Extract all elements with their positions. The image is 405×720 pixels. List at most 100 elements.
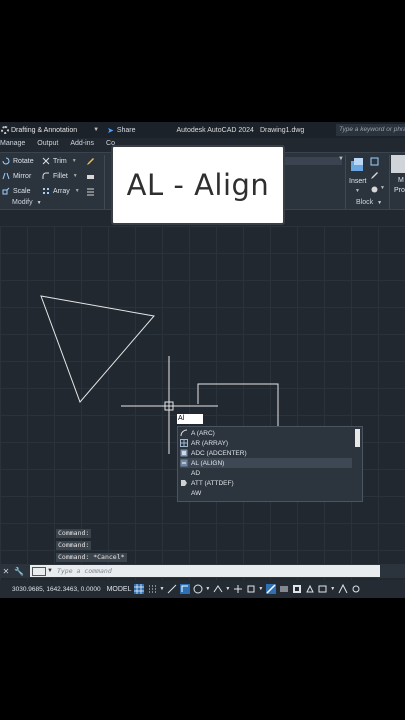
autocomplete-label: ATT (ATTDEF) xyxy=(191,479,234,487)
attribute-icon[interactable] xyxy=(370,185,379,194)
rectangle-shape[interactable] xyxy=(197,383,279,432)
block-panel-label[interactable]: Block ▼ xyxy=(356,199,382,206)
rotate-button[interactable]: Rotate xyxy=(2,157,34,165)
create-block-icon[interactable] xyxy=(370,157,379,166)
blank-icon xyxy=(180,489,188,497)
panel-divider xyxy=(389,155,390,209)
autocomplete-scrollbar[interactable] xyxy=(355,429,360,447)
tag-icon xyxy=(181,480,187,486)
trim-button[interactable]: Trim ▼ xyxy=(42,157,77,165)
autocomplete-item-adcenter[interactable]: ADC (ADCENTER) xyxy=(180,448,352,458)
chevron-down-icon[interactable]: ▼ xyxy=(258,586,263,592)
mirror-label: Mirror xyxy=(13,172,32,180)
modify-panel-label[interactable]: Modify ▼ xyxy=(12,199,42,206)
wrench-icon[interactable]: 🔧 xyxy=(12,567,26,576)
infer-constraints-icon[interactable] xyxy=(167,584,177,594)
chevron-down-icon[interactable]: ▼ xyxy=(205,586,210,592)
insert-label[interactable]: Insert xyxy=(349,178,367,185)
chevron-down-icon[interactable]: ▼ xyxy=(225,586,230,592)
polar-icon[interactable] xyxy=(193,584,203,594)
chevron-down-icon[interactable]: ▼ xyxy=(73,173,78,179)
edit-block-icon[interactable] xyxy=(370,171,379,180)
block-label: Block xyxy=(356,199,374,206)
tab-output[interactable]: Output xyxy=(37,140,58,151)
autocomplete-label: ADC (ADCENTER) xyxy=(191,449,247,457)
properties-icon[interactable] xyxy=(391,155,405,173)
search-input[interactable]: Type a keyword or phrase xyxy=(336,124,405,136)
blank-icon xyxy=(180,469,188,477)
array-icon xyxy=(43,188,49,194)
command-input[interactable]: ▼ Type a command xyxy=(30,565,380,577)
autocomplete-item-align[interactable]: AL (ALIGN) xyxy=(180,458,352,468)
command-placeholder: Type a command xyxy=(56,567,112,575)
modify-label: Modify xyxy=(12,199,33,206)
trim-label: Trim xyxy=(53,157,67,165)
design-center-icon xyxy=(180,449,188,457)
chevron-down-icon: ▼ xyxy=(377,200,383,206)
triangle-shape[interactable] xyxy=(40,295,155,403)
chevron-down-icon[interactable]: ▼ xyxy=(338,156,344,162)
command-line: ✕ 🔧 ▼ Type a command xyxy=(0,564,405,578)
ortho-icon[interactable] xyxy=(180,584,191,594)
model-space-button[interactable]: MODEL xyxy=(107,586,132,593)
fillet-button[interactable]: Fillet ▼ xyxy=(42,172,78,180)
array-icon xyxy=(180,439,188,447)
snap-icon[interactable] xyxy=(147,584,157,594)
panel-divider xyxy=(104,155,105,209)
autocomplete-item-arc[interactable]: A (ARC) xyxy=(180,428,352,438)
edit-pencil-icon[interactable] xyxy=(86,157,95,166)
autocomplete-label: AR (ARRAY) xyxy=(191,439,229,447)
lineweight-icon[interactable] xyxy=(266,584,277,594)
transparency-icon[interactable] xyxy=(279,584,289,594)
autocomplete-label: AD xyxy=(191,469,201,477)
autocomplete-label: A (ARC) xyxy=(191,429,215,437)
autocomplete-item-ad[interactable]: AD xyxy=(180,468,352,478)
object-snap-tracking-icon[interactable] xyxy=(233,584,243,594)
offset-icon[interactable] xyxy=(86,187,95,196)
workspace-switch-icon[interactable] xyxy=(351,584,361,594)
chevron-down-icon[interactable]: ▼ xyxy=(72,158,77,164)
erase-icon[interactable] xyxy=(86,172,95,181)
autocomplete-list: A (ARC) AR (ARRAY) ADC (ADCENTER) AL (AL… xyxy=(177,426,363,502)
command-history-line: Command: xyxy=(56,529,92,538)
tab-add-ins[interactable]: Add-ins xyxy=(70,140,94,151)
selection-cycling-icon[interactable] xyxy=(292,584,302,594)
mirror-button[interactable]: Mirror xyxy=(2,172,31,180)
chevron-down-icon[interactable]: ▼ xyxy=(355,188,360,194)
autocomplete-item-array[interactable]: AR (ARRAY) xyxy=(180,438,352,448)
chevron-down-icon[interactable]: ▼ xyxy=(159,586,164,592)
3d-osnap-icon[interactable] xyxy=(305,584,315,594)
chevron-down-icon[interactable]: ▼ xyxy=(75,188,80,194)
grid-icon[interactable] xyxy=(134,584,145,594)
share-button[interactable]: ➤ Share xyxy=(107,126,135,135)
autocomplete-label: AW xyxy=(191,489,202,497)
tab-manage[interactable]: Manage xyxy=(0,140,25,151)
coordinate-readout: 3030.9685, 1642.3463, 0.0000 xyxy=(12,585,101,593)
chevron-down-icon[interactable]: ▼ xyxy=(380,185,385,191)
close-icon[interactable]: ✕ xyxy=(0,567,12,576)
command-history-line: Command: xyxy=(56,541,92,550)
array-button[interactable]: Array ▼ xyxy=(42,187,80,195)
scale-button[interactable]: Scale xyxy=(2,187,31,195)
chevron-down-icon[interactable]: ▼ xyxy=(330,586,335,592)
isodraft-icon[interactable] xyxy=(213,584,223,594)
shortcut-banner: AL - Align xyxy=(111,145,285,225)
ribbon-tabs: Manage Output Add-ins Co xyxy=(0,140,127,151)
workspace-selector[interactable]: Drafting & Annotation ▼ xyxy=(0,126,99,134)
trim-icon xyxy=(42,157,50,165)
autocomplete-item-attdef[interactable]: ATT (ATTDEF) xyxy=(180,478,352,488)
dynamic-input[interactable]: Al xyxy=(177,414,203,424)
command-icon[interactable] xyxy=(32,566,46,576)
autocomplete-item-aw[interactable]: AW xyxy=(180,488,352,498)
annotation-visibility-icon[interactable] xyxy=(318,584,328,594)
window-title: Autodesk AutoCAD 2024 Drawing1.dwg xyxy=(177,127,305,134)
object-snap-icon[interactable] xyxy=(246,584,256,594)
layer-dropdown[interactable] xyxy=(280,157,342,165)
insert-block-icon[interactable] xyxy=(348,157,368,173)
fillet-label: Fillet xyxy=(53,172,68,180)
share-icon: ➤ xyxy=(107,125,114,135)
rotate-icon xyxy=(2,157,10,165)
annotation-scale-icon[interactable] xyxy=(338,584,348,594)
chevron-down-icon[interactable]: ▼ xyxy=(47,568,53,574)
align-icon xyxy=(180,459,188,467)
